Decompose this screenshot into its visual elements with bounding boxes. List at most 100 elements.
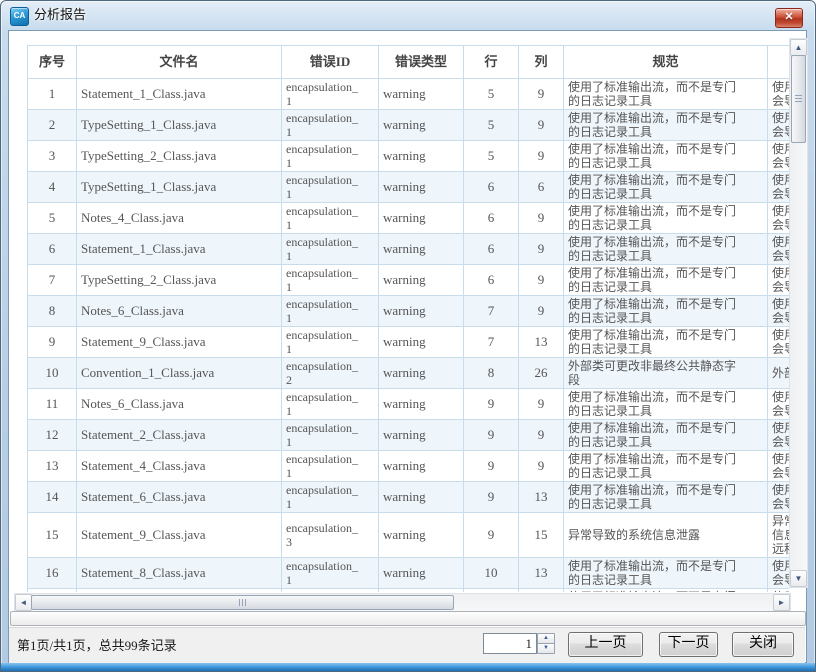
cell-line: 5 bbox=[464, 141, 519, 172]
cell-index: 3 bbox=[28, 141, 77, 172]
cell-filename: Statement_1_Class.java bbox=[77, 234, 282, 265]
cell-error-id: encapsulation_ 1 bbox=[282, 558, 379, 589]
cell-filename: Statement_9_Class.java bbox=[77, 513, 282, 558]
column-header: 列 bbox=[519, 46, 564, 79]
cell-filename: Statement_1_Class.java bbox=[77, 79, 282, 110]
cell-description: 使用 会导 bbox=[768, 79, 790, 110]
cell-index: 4 bbox=[28, 172, 77, 203]
cell-column: 26 bbox=[519, 358, 564, 389]
cell-error-id: encapsulation_ 1 bbox=[282, 79, 379, 110]
cell-rule: 使用了标准输出流，而不是专门 的日志记录工具 bbox=[564, 420, 768, 451]
cell-error-type: warning bbox=[379, 265, 464, 296]
spinner-down-icon[interactable]: ▼ bbox=[537, 643, 555, 654]
report-table-body: 1 Statement_1_Class.java encapsulation_ … bbox=[28, 79, 790, 593]
horizontal-scrollbar-thumb[interactable] bbox=[31, 595, 454, 610]
window-close-button[interactable]: ✕ bbox=[775, 8, 803, 28]
cell-error-id: encapsulation_ 1 bbox=[282, 296, 379, 327]
cell-filename: Statement_4_Class.java bbox=[77, 451, 282, 482]
cell-line: 5 bbox=[464, 110, 519, 141]
cell-line: 9 bbox=[464, 451, 519, 482]
cell-description: 使用 会导 bbox=[768, 141, 790, 172]
cell-line: 6 bbox=[464, 203, 519, 234]
cell-filename: TypeSetting_2_Class.java bbox=[77, 265, 282, 296]
cell-index: 10 bbox=[28, 358, 77, 389]
cell-index: 2 bbox=[28, 110, 77, 141]
cell-error-id: encapsulation_ 1 bbox=[282, 203, 379, 234]
cell-index: 8 bbox=[28, 296, 77, 327]
cell-error-type: warning bbox=[379, 589, 464, 593]
cell-error-id: encapsulation_ 1 bbox=[282, 389, 379, 420]
cell-line: 5 bbox=[464, 79, 519, 110]
cell-filename: Statement_6_Class.java bbox=[77, 482, 282, 513]
cell-filename bbox=[77, 589, 282, 593]
cell-filename: Statement_9_Class.java bbox=[77, 327, 282, 358]
cell-line: 9 bbox=[464, 513, 519, 558]
cell-error-type: warning bbox=[379, 482, 464, 513]
cell-rule: 使用了标准输出流，而不是专门 的日志记录工具 bbox=[564, 451, 768, 482]
close-button[interactable]: 关闭 bbox=[732, 632, 794, 657]
table-row: 9 Statement_9_Class.java encapsulation_ … bbox=[28, 327, 790, 358]
column-header: 序号 bbox=[28, 46, 77, 79]
cell-index: 12 bbox=[28, 420, 77, 451]
cell-error-type: warning bbox=[379, 79, 464, 110]
cell-rule: 使用了标准输出流，而不是专门 的日志记录工具 bbox=[564, 79, 768, 110]
title-bar[interactable]: CA 分析报告 ✕ bbox=[0, 0, 816, 30]
cell-description: 使用 会导 bbox=[768, 327, 790, 358]
cell-column: 9 bbox=[519, 296, 564, 327]
page-number-input[interactable] bbox=[483, 633, 537, 654]
cell-error-id: encapsulation_ 1 bbox=[282, 172, 379, 203]
cell-error-id: encapsulation_ 1 bbox=[282, 234, 379, 265]
table-row: 1 Statement_1_Class.java encapsulation_ … bbox=[28, 79, 790, 110]
cell-error-id: encapsulation_ 1 bbox=[282, 110, 379, 141]
report-table-header: 序号文件名错误ID错误类型行列规范 bbox=[28, 46, 790, 79]
cell-description: 使用 会导 bbox=[768, 389, 790, 420]
scroll-up-icon[interactable]: ▲ bbox=[790, 39, 807, 56]
cell-index: 9 bbox=[28, 327, 77, 358]
horizontal-scrollbar[interactable]: ◄ ► bbox=[14, 593, 791, 612]
cell-rule: 使用了标准输出流，而不是专门 的日志记录工具 bbox=[564, 482, 768, 513]
cell-line: 6 bbox=[464, 172, 519, 203]
cell-filename: Statement_2_Class.java bbox=[77, 420, 282, 451]
cell-error-type: warning bbox=[379, 513, 464, 558]
cell-index: 7 bbox=[28, 265, 77, 296]
thumb-grip-icon bbox=[795, 95, 802, 103]
cell-error-type: warning bbox=[379, 558, 464, 589]
prev-page-button[interactable]: 上一页 bbox=[568, 632, 643, 657]
scroll-down-icon[interactable]: ▼ bbox=[790, 570, 807, 587]
cell-column: 9 bbox=[519, 110, 564, 141]
cell-column: 13 bbox=[519, 482, 564, 513]
cell-filename: TypeSetting_1_Class.java bbox=[77, 172, 282, 203]
column-header: 错误ID bbox=[282, 46, 379, 79]
cell-error-id: encapsulation_ 1 bbox=[282, 141, 379, 172]
cell-line: 9 bbox=[464, 420, 519, 451]
cell-index: 14 bbox=[28, 482, 77, 513]
cell-column: 15 bbox=[519, 513, 564, 558]
cell-column: 9 bbox=[519, 141, 564, 172]
cell-error-type: warning bbox=[379, 203, 464, 234]
cell-column: 13 bbox=[519, 327, 564, 358]
vertical-scrollbar[interactable]: ▲ ▼ bbox=[789, 38, 808, 588]
cell-rule: 异常导致的系统信息泄露 bbox=[564, 513, 768, 558]
scroll-right-icon[interactable]: ► bbox=[773, 594, 790, 611]
report-table-viewport: 序号文件名错误ID错误类型行列规范 1 Statement_1_Class.ja… bbox=[14, 38, 789, 592]
column-header: 错误类型 bbox=[379, 46, 464, 79]
cell-description: 外部 bbox=[768, 358, 790, 389]
table-row: 12 Statement_2_Class.java encapsulation_… bbox=[28, 420, 790, 451]
cell-error-id: encapsulation_ 1 bbox=[282, 420, 379, 451]
cell-line: 6 bbox=[464, 234, 519, 265]
cell-column: 9 bbox=[519, 265, 564, 296]
table-row: 13 Statement_4_Class.java encapsulation_… bbox=[28, 451, 790, 482]
cell-column: 13 bbox=[519, 558, 564, 589]
cell-error-type: warning bbox=[379, 141, 464, 172]
column-header bbox=[768, 46, 790, 79]
cell-error-id: encapsulation_ 1 bbox=[282, 482, 379, 513]
cell-error-type: warning bbox=[379, 172, 464, 203]
progress-bar bbox=[10, 611, 806, 626]
cell-error-id: encapsulation_ 1 bbox=[282, 327, 379, 358]
table-row: 7 TypeSetting_2_Class.java encapsulation… bbox=[28, 265, 790, 296]
vertical-scrollbar-thumb[interactable] bbox=[791, 55, 806, 143]
cell-column: 9 bbox=[519, 420, 564, 451]
table-row: 8 Notes_6_Class.java encapsulation_ 1 wa… bbox=[28, 296, 790, 327]
scroll-left-icon[interactable]: ◄ bbox=[15, 594, 32, 611]
next-page-button[interactable]: 下一页 bbox=[659, 632, 718, 657]
